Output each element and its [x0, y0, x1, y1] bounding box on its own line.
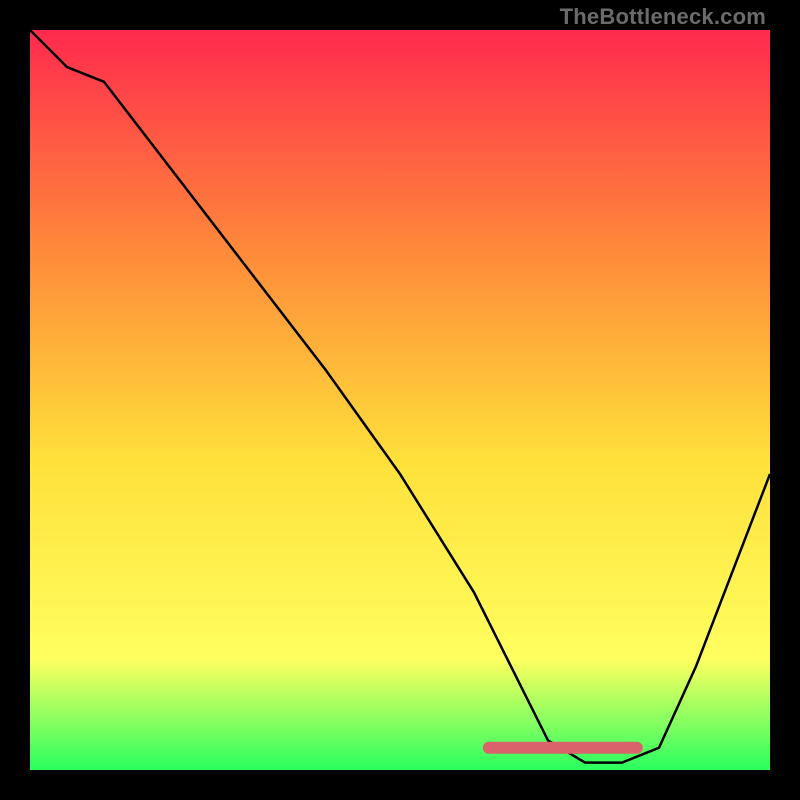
watermark-label: TheBottleneck.com — [560, 4, 766, 30]
gradient-background — [30, 30, 770, 770]
chart-plot-area — [30, 30, 770, 770]
chart-svg — [30, 30, 770, 770]
